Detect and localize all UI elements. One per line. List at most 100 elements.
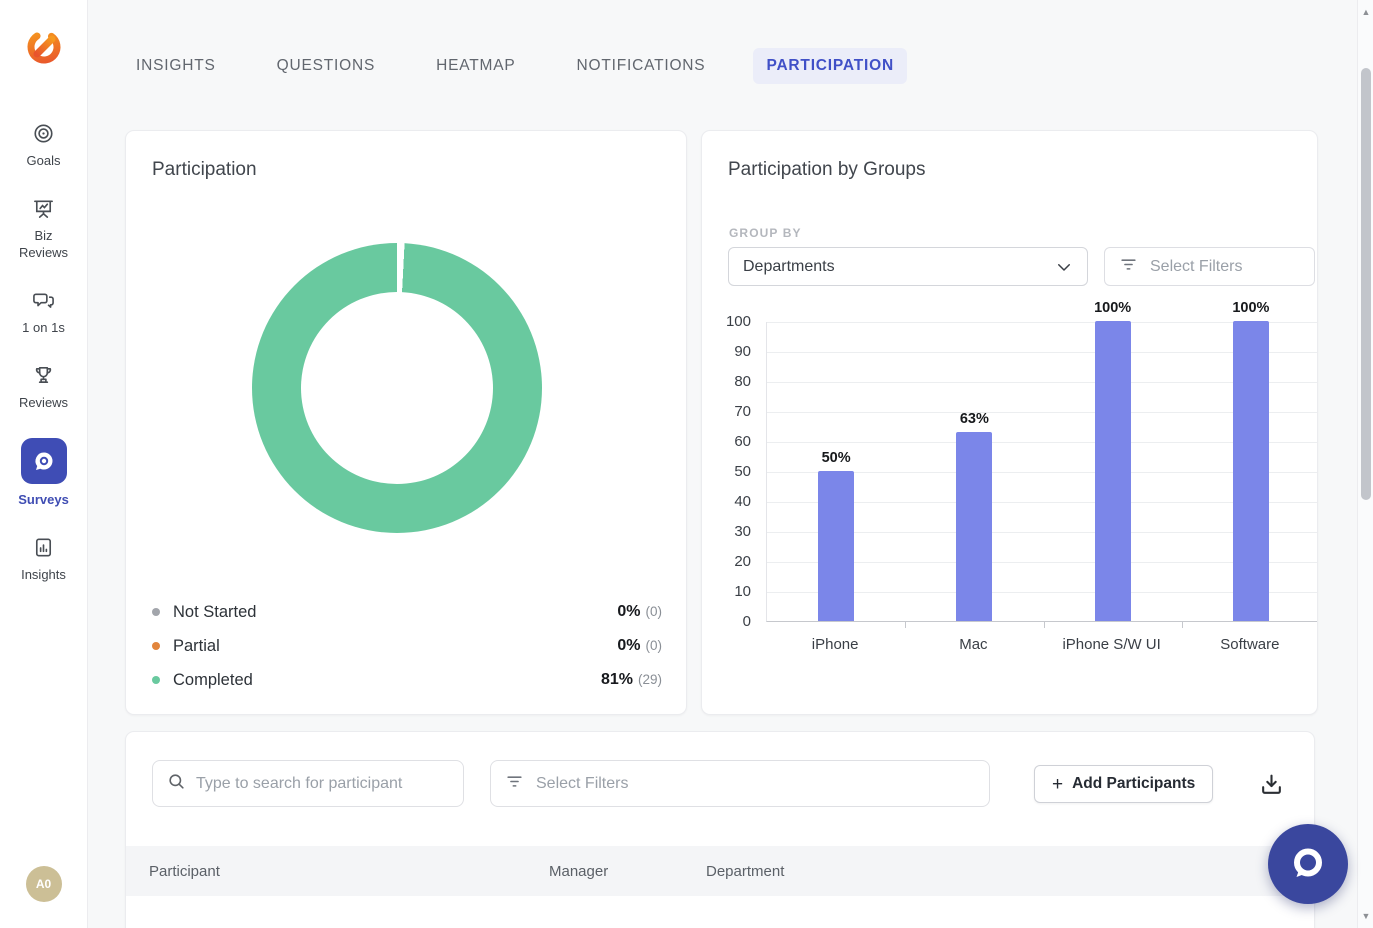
sidebar-item-label: 1 on 1s [22,320,65,335]
group-by-label: GROUP BY [729,226,802,240]
sidebar: Goals Biz Reviews 1 on 1s Reviews Survey… [0,0,88,928]
legend-label: Completed [173,670,253,689]
plus-icon: + [1052,773,1064,795]
participation-card: Participation Not Started 0% (0) Partial [125,130,687,715]
y-tick-label: 50 [734,463,751,480]
x-axis-label: iPhone S/W UI [1062,636,1161,653]
avatar[interactable]: A0 [25,866,62,902]
scroll-up-arrow[interactable]: ▲ [1358,4,1373,20]
sidebar-item-biz-reviews[interactable]: Biz Reviews [0,196,87,261]
scrollbar[interactable]: ▲ ▼ [1357,0,1373,928]
x-tick-mark [905,621,907,628]
sidebar-item-label: Goals [26,153,61,168]
x-axis-label: Mac [959,636,988,653]
chevron-down-icon [1055,258,1073,276]
y-axis-labels: 100 90 80 70 60 50 40 30 20 10 0 [702,313,751,630]
main-content: INSIGHTS QUESTIONS HEATMAP NOTIFICATIONS… [88,0,1357,928]
y-tick-label: 20 [734,553,751,570]
tab-insights[interactable]: INSIGHTS [123,48,229,84]
column-header-participant[interactable]: Participant [149,863,549,880]
app-logo[interactable] [23,26,65,68]
legend-percent: 0% [617,603,641,620]
search-icon [167,772,186,796]
trophy-icon [32,363,56,387]
bar-iphone-s-w-ui [1094,321,1131,621]
y-tick-label: 100 [725,313,751,330]
donut-hole [301,292,493,484]
sidebar-nav: Goals Biz Reviews 1 on 1s Reviews Survey… [0,94,87,583]
participation-card-title: Participation [152,159,257,180]
groups-card-title: Participation by Groups [728,159,926,180]
groups-filter-input[interactable]: Select Filters [1104,247,1315,286]
sidebar-item-label: Reviews [18,395,69,410]
participants-table-card: + Add Participants Participant Manager D… [125,731,1315,928]
add-participants-label: Add Participants [1072,775,1196,792]
group-by-select[interactable]: Departments [728,247,1088,286]
column-header-department[interactable]: Department [706,863,1314,880]
scrollbar-thumb[interactable] [1361,68,1371,500]
participation-legend: Not Started 0% (0) Partial 0% (0) Comple… [152,595,662,697]
surveys-active-tile [20,438,67,484]
add-participants-button[interactable]: + Add Participants [1034,765,1214,803]
bar-value-label: 63% [959,411,989,427]
participation-donut [252,243,542,533]
y-tick-label: 80 [734,373,751,390]
sidebar-item-reviews[interactable]: Reviews [0,363,87,411]
participant-search-input[interactable] [152,760,464,807]
filter-placeholder: Select Filters [1150,257,1243,275]
logo-icon [27,30,60,64]
legend-row-not-started: Not Started 0% (0) [152,595,662,629]
x-tick-mark [1043,621,1045,628]
bar-chart: 100 90 80 70 60 50 40 30 20 10 0 50% 63% 100% 100% iP… [702,300,1317,667]
sidebar-item-insights[interactable]: Insights [0,535,87,583]
legend-row-partial: Partial 0% (0) [152,629,662,663]
y-tick-label: 0 [742,613,751,630]
scroll-down-arrow[interactable]: ▼ [1358,908,1373,924]
table-header: Participant Manager Department [126,846,1314,896]
sidebar-item-goals[interactable]: Goals [0,121,87,169]
y-tick-label: 90 [734,343,751,360]
y-tick-label: 70 [734,403,751,420]
bar-software [1232,321,1269,621]
sidebar-item-label: Surveys [18,492,69,507]
legend-row-completed: Completed 81% (29) [152,663,662,697]
filter-icon [1119,255,1138,279]
survey-chat-icon [35,452,52,470]
legend-value: 0% (0) [617,603,662,621]
sidebar-item-label: Biz Reviews [18,228,69,260]
y-tick-label: 30 [734,523,751,540]
legend-percent: 0% [617,637,641,654]
goals-target-icon [32,121,56,145]
legend-count: (0) [645,604,663,619]
table-filter-input[interactable] [490,760,990,807]
bar-value-label: 100% [1094,300,1132,316]
filter-icon [505,772,524,796]
legend-label: Partial [173,636,220,655]
legend-percent: 81% [600,671,633,688]
tab-bar: INSIGHTS QUESTIONS HEATMAP NOTIFICATIONS… [123,48,907,84]
insights-chart-icon [32,535,56,559]
x-tick-mark [1181,621,1183,628]
sidebar-item-surveys[interactable]: Surveys [0,438,87,508]
y-tick-label: 10 [734,583,751,600]
bar-mac [956,432,993,621]
tab-questions[interactable]: QUESTIONS [264,48,389,84]
participant-search-field[interactable] [196,774,449,793]
bar-value-label: 100% [1232,300,1270,316]
sidebar-item-1-on-1s[interactable]: 1 on 1s [0,288,87,336]
legend-count: (29) [637,672,662,687]
legend-value: 0% (0) [617,637,662,655]
chat-button[interactable] [1268,824,1348,904]
x-axis-label: Software [1220,636,1280,653]
legend-dot [152,642,160,650]
tab-heatmap[interactable]: HEATMAP [423,48,528,84]
legend-label: Not Started [173,602,257,621]
column-header-manager[interactable]: Manager [549,863,706,880]
bar-value-label: 50% [821,450,851,466]
table-filter-field[interactable] [536,774,975,793]
tab-notifications[interactable]: NOTIFICATIONS [564,48,719,84]
download-button[interactable] [1252,765,1290,803]
x-axis-label: iPhone [811,636,859,653]
tab-participation[interactable]: PARTICIPATION [753,48,907,84]
bar-plot: 50% 63% 100% 100% [766,300,1317,628]
